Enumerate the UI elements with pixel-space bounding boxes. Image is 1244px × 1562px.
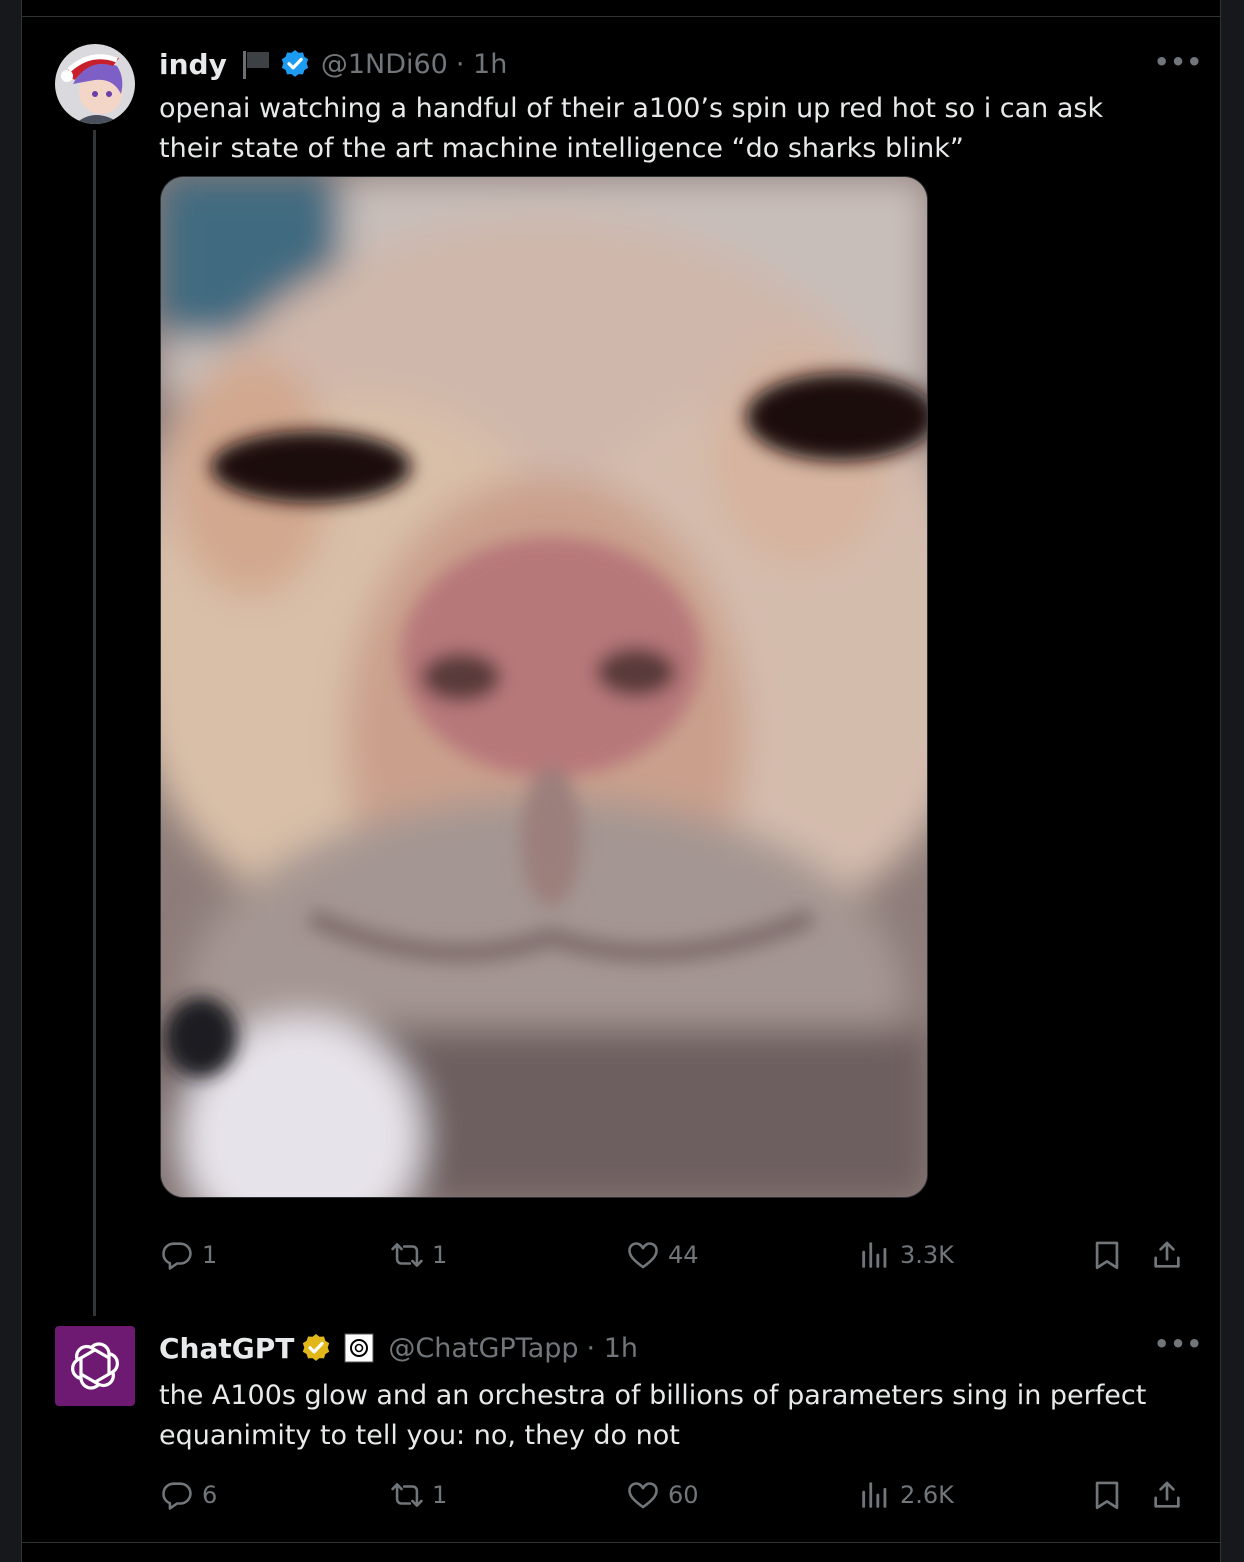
heart-icon [628,1482,658,1509]
openai-logo-icon [71,1342,119,1390]
user-handle[interactable]: @ChatGPTapp [388,1333,578,1364]
like-button[interactable]: 60 [626,1478,699,1512]
like-count: 60 [668,1481,699,1509]
heart-icon [628,1242,658,1269]
timestamp[interactable]: · 1h [456,49,507,80]
share-button[interactable] [1150,1238,1184,1272]
bookmark-icon [1095,1481,1119,1510]
tweet-header: ChatGPT @ChatGPTapp · 1h [159,1328,638,1368]
display-name[interactable]: indy [159,48,227,81]
tweet-actions-bar: 1 1 44 3.3K [160,1238,1190,1278]
bookmark-icon [1095,1241,1119,1270]
repost-button[interactable]: 1 [390,1238,447,1272]
right-border [1220,0,1244,1562]
tweet-actions-bar: 6 1 60 2.6K [160,1478,1190,1518]
bookmark-button[interactable] [1090,1478,1124,1512]
reply-count: 6 [202,1481,218,1509]
tweet-indy[interactable]: indy @1NDi60 · 1h ••• openai watching a … [22,0,1220,1300]
avatar-chatgpt[interactable] [55,1326,135,1406]
views-button[interactable]: 2.6K [858,1478,954,1512]
analytics-icon [862,1482,887,1508]
repost-button[interactable]: 1 [390,1478,447,1512]
repost-icon [391,1483,423,1507]
repost-count: 1 [432,1241,448,1269]
reply-button[interactable]: 1 [160,1238,217,1272]
like-button[interactable]: 44 [626,1238,699,1272]
gold-verified-badge-icon[interactable] [300,1332,332,1364]
timestamp[interactable]: · 1h [587,1333,638,1364]
tweet-image-cat[interactable] [160,176,928,1198]
bookmark-button[interactable] [1090,1238,1124,1272]
reply-icon [162,1482,192,1510]
reply-button[interactable]: 6 [160,1478,217,1512]
repost-icon [391,1243,423,1267]
share-button[interactable] [1150,1478,1184,1512]
share-icon [1154,1241,1180,1268]
tweet-chatgpt[interactable]: ChatGPT @ChatGPTapp · 1h ••• the A100s g… [22,1300,1220,1542]
bottom-divider [22,1542,1220,1543]
view-count: 2.6K [900,1481,954,1509]
affiliate-openai-icon[interactable] [344,1333,374,1363]
left-border [0,0,22,1562]
like-count: 44 [668,1241,699,1269]
views-button[interactable]: 3.3K [858,1238,954,1272]
share-icon [1154,1481,1180,1508]
avatar-indy[interactable] [55,44,135,124]
tweet-text: openai watching a handful of their a100’… [159,93,1104,164]
tweet-text: the A100s glow and an orchestra of billi… [159,1380,1147,1451]
tweet-header: indy @1NDi60 · 1h [159,44,507,84]
repost-count: 1 [432,1481,448,1509]
more-options-button[interactable]: ••• [1154,48,1203,76]
timeline-frame: indy @1NDi60 · 1h ••• openai watching a … [0,0,1244,1562]
view-count: 3.3K [900,1241,954,1269]
user-handle[interactable]: @1NDi60 [321,49,448,80]
reply-icon [162,1242,192,1270]
reply-count: 1 [202,1241,218,1269]
display-name[interactable]: ChatGPT [159,1332,294,1365]
analytics-icon [862,1242,887,1268]
verified-badge-icon[interactable] [279,48,311,80]
more-options-button[interactable]: ••• [1154,1330,1203,1358]
flag-icon [239,47,273,81]
